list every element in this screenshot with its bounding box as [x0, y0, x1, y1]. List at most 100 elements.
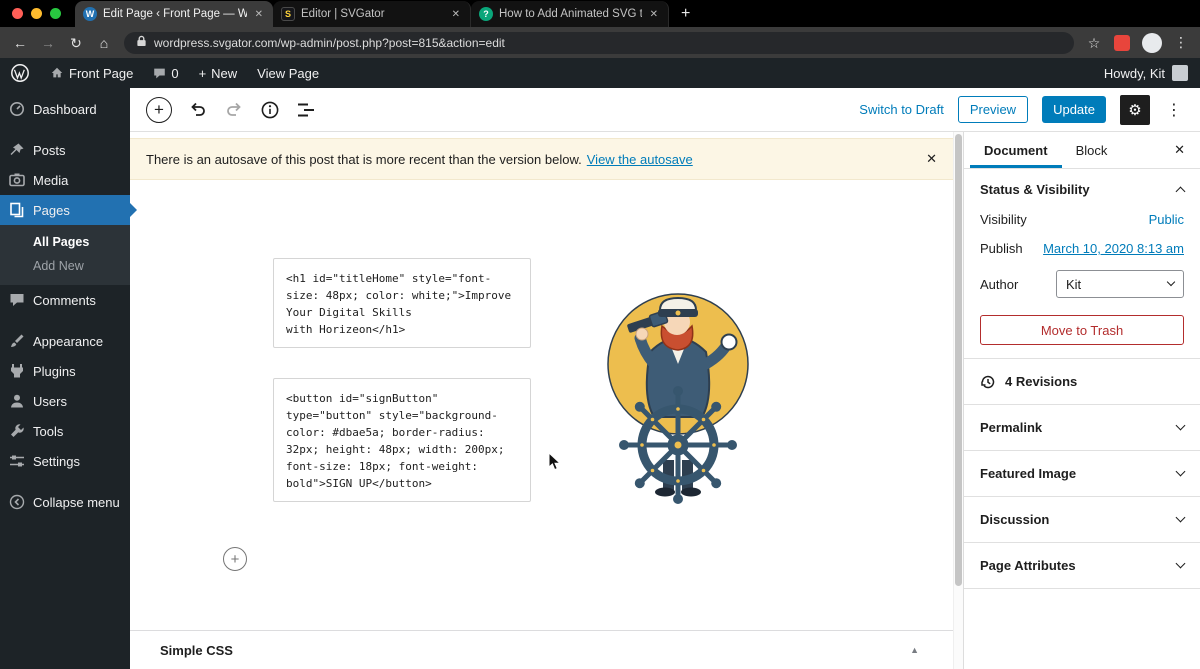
- browser-tabstrip: W Edit Page ‹ Front Page — WordP ✕ S Edi…: [0, 0, 1200, 27]
- notice-close-icon[interactable]: ✕: [926, 151, 937, 167]
- section-permalink[interactable]: Permalink: [964, 405, 1200, 451]
- chevron-up-icon: [1175, 186, 1186, 197]
- section-page-attributes[interactable]: Page Attributes: [964, 543, 1200, 589]
- howdy-text[interactable]: Howdy, Kit: [1104, 66, 1165, 81]
- author-label: Author: [980, 276, 1019, 292]
- block-inserter-icon[interactable]: +: [146, 96, 172, 123]
- more-tools-kebab-icon[interactable]: ⋮: [1164, 100, 1184, 120]
- editor-toolbar: + Switch to Draft Preview Update ⚙ ⋮: [130, 88, 1200, 132]
- tab-close-icon[interactable]: ✕: [253, 9, 265, 20]
- preview-button[interactable]: Preview: [957, 96, 1029, 123]
- status-visibility-header[interactable]: Status & Visibility: [980, 182, 1186, 197]
- sidebar-item-settings[interactable]: Settings: [0, 446, 130, 476]
- plug-icon: [11, 364, 23, 378]
- browser-tab-article[interactable]: ? How to Add Animated SVG to W ✕: [471, 1, 669, 27]
- sidebar-item-tools[interactable]: Tools: [0, 416, 130, 446]
- chevron-down-icon: [1175, 558, 1186, 569]
- tab-document[interactable]: Document: [970, 132, 1062, 168]
- sidebar-item-dashboard[interactable]: Dashboard: [0, 94, 130, 124]
- tab-close-icon[interactable]: ✕: [450, 9, 462, 20]
- author-select[interactable]: Kit: [1056, 270, 1184, 298]
- revisions-clock-icon: [981, 375, 995, 388]
- home-icon: [51, 67, 63, 78]
- visibility-value-button[interactable]: Public: [1149, 212, 1184, 227]
- window-close-button[interactable]: [12, 8, 23, 19]
- wp-admin-bar: Front Page 0 + New View Page Howdy, Kit: [0, 58, 1200, 88]
- admin-bar-comments[interactable]: 0: [143, 58, 188, 88]
- sidebar-item-posts[interactable]: Posts: [0, 135, 130, 165]
- view-page-label: View Page: [257, 65, 320, 81]
- url-text: wordpress.svgator.com/wp-admin/post.php?…: [154, 35, 505, 50]
- visibility-label: Visibility: [980, 212, 1027, 227]
- wordpress-favicon-icon: W: [83, 7, 97, 21]
- comment-bubble-icon: [154, 68, 166, 78]
- sliders-icon: [10, 455, 24, 467]
- window-zoom-button[interactable]: [50, 8, 61, 19]
- article-favicon-icon: ?: [479, 7, 493, 21]
- chevron-down-icon: [1175, 466, 1186, 477]
- undo-icon[interactable]: [188, 100, 208, 120]
- notice-text: There is an autosave of this post that i…: [146, 151, 582, 167]
- publish-label: Publish: [980, 241, 1023, 256]
- move-to-trash-button[interactable]: Move to Trash: [980, 315, 1184, 345]
- browser-menu-icon[interactable]: ⋮: [1174, 34, 1188, 51]
- sidebar-item-comments[interactable]: Comments: [0, 285, 130, 315]
- sidebar-item-media[interactable]: Media: [0, 165, 130, 195]
- reload-icon[interactable]: ↻: [68, 36, 84, 50]
- revisions-row[interactable]: 4 Revisions: [964, 359, 1200, 405]
- html-block-h1[interactable]: <h1 id="titleHome" style="font- size: 48…: [273, 258, 531, 348]
- block-navigation-icon[interactable]: [296, 100, 316, 120]
- add-block-inserter-icon[interactable]: +: [223, 547, 247, 571]
- sidebar-item-users[interactable]: Users: [0, 386, 130, 416]
- browser-tab-wordpress-edit[interactable]: W Edit Page ‹ Front Page — WordP ✕: [75, 1, 273, 27]
- admin-bar-site-link[interactable]: Front Page: [40, 58, 143, 88]
- content-structure-icon[interactable]: [260, 100, 280, 120]
- collapse-menu-button[interactable]: Collapse menu: [0, 487, 130, 517]
- metabox-collapse-icon[interactable]: ▲: [910, 645, 919, 655]
- sidebar-item-add-new[interactable]: Add New: [0, 254, 130, 278]
- sidebar-item-plugins[interactable]: Plugins: [0, 356, 130, 386]
- new-tab-button[interactable]: +: [669, 5, 702, 23]
- browser-profile-avatar[interactable]: [1142, 32, 1162, 53]
- admin-bar-view-page[interactable]: View Page: [247, 58, 329, 88]
- wordpress-logo-icon[interactable]: [0, 58, 40, 88]
- revisions-label: 4 Revisions: [1005, 374, 1078, 389]
- section-featured-image[interactable]: Featured Image: [964, 451, 1200, 497]
- comment-bubble-icon: [10, 294, 24, 306]
- tab-close-icon[interactable]: ✕: [648, 9, 660, 20]
- forward-icon[interactable]: →: [40, 36, 56, 50]
- settings-close-icon[interactable]: ✕: [1159, 142, 1200, 158]
- settings-sidebar: Document Block ✕ Status & Visibility Vis…: [963, 132, 1200, 669]
- url-bar[interactable]: wordpress.svgator.com/wp-admin/post.php?…: [124, 31, 1074, 54]
- html-block-button[interactable]: <button id="signButton" type="button" st…: [273, 378, 531, 502]
- settings-gear-icon[interactable]: ⚙: [1120, 94, 1150, 125]
- view-autosave-link[interactable]: View the autosave: [587, 152, 693, 167]
- settings-tabs: Document Block ✕: [964, 132, 1200, 169]
- sidebar-item-appearance[interactable]: Appearance: [0, 326, 130, 356]
- home-icon[interactable]: ⌂: [96, 36, 112, 50]
- user-icon: [11, 394, 23, 408]
- autosave-notice: There is an autosave of this post that i…: [130, 138, 953, 180]
- scrollbar-thumb[interactable]: [955, 134, 962, 586]
- back-icon[interactable]: ←: [12, 36, 28, 50]
- browser-tab-svgator-editor[interactable]: S Editor | SVGator ✕: [273, 1, 471, 27]
- section-discussion[interactable]: Discussion: [964, 497, 1200, 543]
- user-avatar[interactable]: [1172, 65, 1188, 81]
- admin-bar-new[interactable]: + New: [189, 58, 248, 88]
- bookmark-star-icon[interactable]: ☆: [1086, 36, 1102, 50]
- update-button[interactable]: Update: [1042, 96, 1106, 123]
- wp-admin-menu: Dashboard Posts Media Pages All Pages Ad…: [0, 88, 137, 669]
- sidebar-item-pages[interactable]: Pages: [0, 195, 137, 225]
- switch-to-draft-button[interactable]: Switch to Draft: [859, 102, 944, 117]
- captain-illustration[interactable]: [586, 282, 766, 504]
- browser-addressbar: ← → ↻ ⌂ wordpress.svgator.com/wp-admin/p…: [0, 27, 1200, 58]
- new-label: New: [211, 65, 238, 81]
- window-minimize-button[interactable]: [31, 8, 42, 19]
- sidebar-item-all-pages[interactable]: All Pages: [0, 230, 130, 254]
- extension-icon[interactable]: [1114, 34, 1130, 51]
- simple-css-metabox[interactable]: Simple CSS ▲: [130, 630, 953, 669]
- redo-icon[interactable]: [224, 100, 244, 120]
- wrench-icon: [11, 424, 24, 437]
- publish-date-button[interactable]: March 10, 2020 8:13 am: [1043, 241, 1184, 256]
- tab-block[interactable]: Block: [1062, 132, 1122, 168]
